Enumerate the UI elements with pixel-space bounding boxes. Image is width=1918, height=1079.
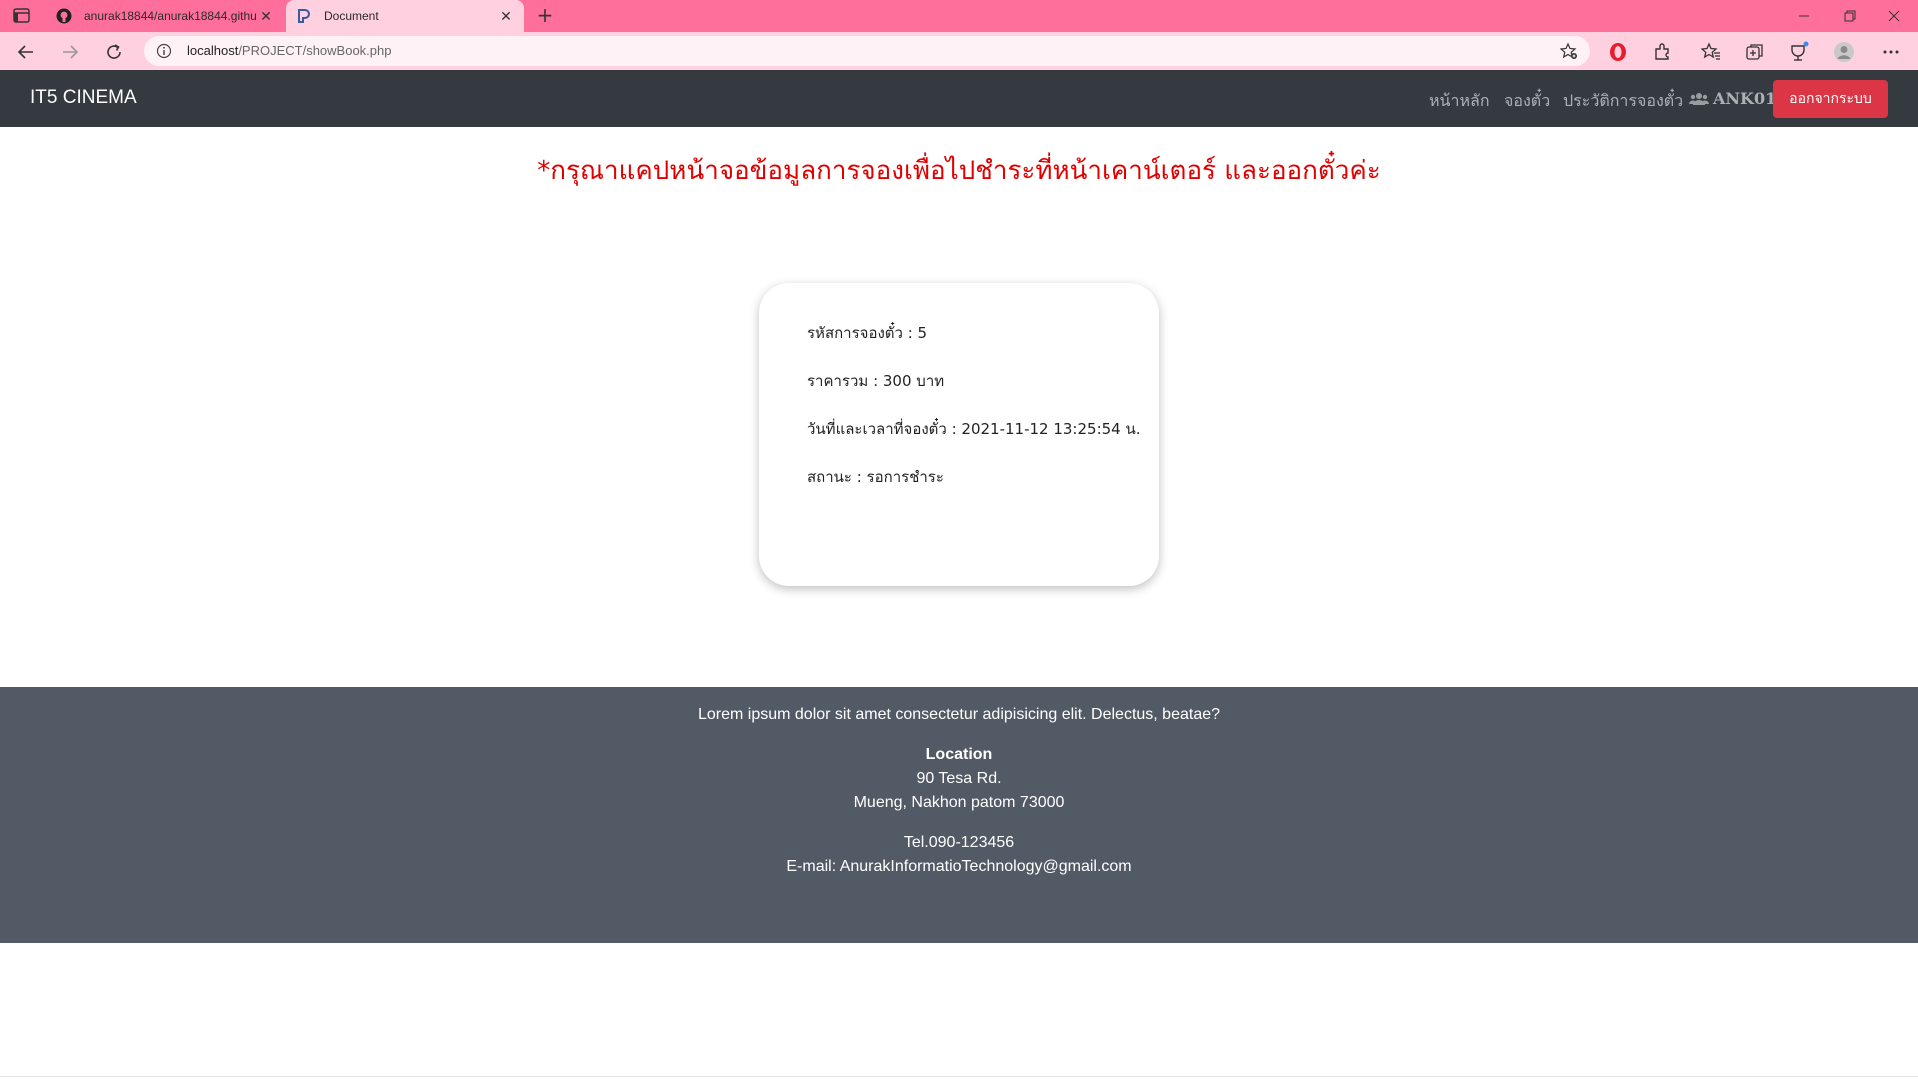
page-bottom-divider <box>0 1076 1918 1077</box>
booking-datetime: วันที่และเวลาที่จองตั๋ว : 2021-11-12 13:… <box>807 420 1141 438</box>
restore-icon[interactable] <box>1828 4 1872 28</box>
payment-notice: *กรุณาแคปหน้าจอข้อมูลการจองเพื่อไปชำระที… <box>537 156 1381 186</box>
tab-actions-icon[interactable] <box>12 7 32 25</box>
site-info-icon[interactable] <box>156 43 172 59</box>
url-path: /PROJECT/showBook.php <box>238 43 392 58</box>
profile-avatar-icon[interactable] <box>1833 41 1855 63</box>
nav-link-book-ticket[interactable]: จองตั๋ว <box>1504 89 1550 114</box>
site-footer: Lorem ipsum dolor sit amet consectetur a… <box>0 687 1918 943</box>
url-text: localhost/PROJECT/showBook.php <box>187 43 392 58</box>
booking-card: รหัสการจองตั๋ว : 5 ราคารวม : 300 บาท วัน… <box>759 283 1159 586</box>
browser-toolbar: localhost/PROJECT/showBook.php <box>0 32 1918 70</box>
tab-label: anurak18844/anurak18844.githu <box>84 9 256 23</box>
footer-address-line2: Mueng, Nakhon patom 73000 <box>853 794 1065 811</box>
booking-status: สถานะ : รอการชำระ <box>807 468 944 486</box>
minimize-icon[interactable] <box>1782 4 1826 28</box>
booking-total-price: ราคารวม : 300 บาท <box>807 372 945 390</box>
footer-email: E-mail: AnurakInformatioTechnology@gmail… <box>786 858 1132 875</box>
nav-user[interactable]: ANK01 <box>1689 89 1776 108</box>
browser-tab-github[interactable]: anurak18844/anurak18844.githu ✕ <box>46 0 284 32</box>
more-options-icon[interactable] <box>1880 41 1902 63</box>
refresh-icon[interactable] <box>102 40 126 64</box>
opera-extension-icon[interactable] <box>1607 41 1629 63</box>
browser-tab-document[interactable]: Document ✕ <box>286 0 524 32</box>
new-tab-button[interactable]: + <box>533 4 557 28</box>
github-icon <box>56 8 72 24</box>
add-favorite-icon[interactable] <box>1559 42 1578 60</box>
url-host: localhost <box>187 43 239 58</box>
username-label: ANK01 <box>1713 89 1777 108</box>
tab-label: Document <box>324 9 379 23</box>
close-tab-icon[interactable]: ✕ <box>496 6 516 26</box>
footer-address-line1: 90 Tesa Rd. <box>916 770 1002 787</box>
booking-id: รหัสการจองตั๋ว : 5 <box>807 324 928 342</box>
address-bar[interactable]: localhost/PROJECT/showBook.php <box>144 36 1590 66</box>
site-brand[interactable]: IT5 CINEMA <box>30 87 137 109</box>
nav-link-home[interactable]: หน้าหลัก <box>1429 89 1490 114</box>
users-icon <box>1689 92 1709 105</box>
rewards-icon[interactable] <box>1788 41 1810 63</box>
footer-location-title: Location <box>925 746 993 763</box>
back-icon[interactable] <box>14 40 38 64</box>
collections-icon[interactable] <box>1744 41 1766 63</box>
close-tab-icon[interactable]: ✕ <box>256 6 276 26</box>
close-window-icon[interactable] <box>1872 4 1916 28</box>
logout-button[interactable]: ออกจากระบบ <box>1773 80 1888 118</box>
forward-icon[interactable] <box>58 40 82 64</box>
page-icon <box>296 8 312 24</box>
footer-telephone: Tel.090-123456 <box>903 834 1015 851</box>
nav-link-booking-history[interactable]: ประวัติการจองตั๋ว <box>1563 89 1683 114</box>
browser-tab-bar: anurak18844/anurak18844.githu ✕ Document… <box>0 0 1918 32</box>
favorites-icon[interactable] <box>1700 41 1722 63</box>
footer-tagline: Lorem ipsum dolor sit amet consectetur a… <box>697 706 1221 723</box>
extensions-icon[interactable] <box>1651 41 1673 63</box>
site-navbar: IT5 CINEMA หน้าหลัก จองตั๋ว ประวัติการจอ… <box>0 70 1918 127</box>
